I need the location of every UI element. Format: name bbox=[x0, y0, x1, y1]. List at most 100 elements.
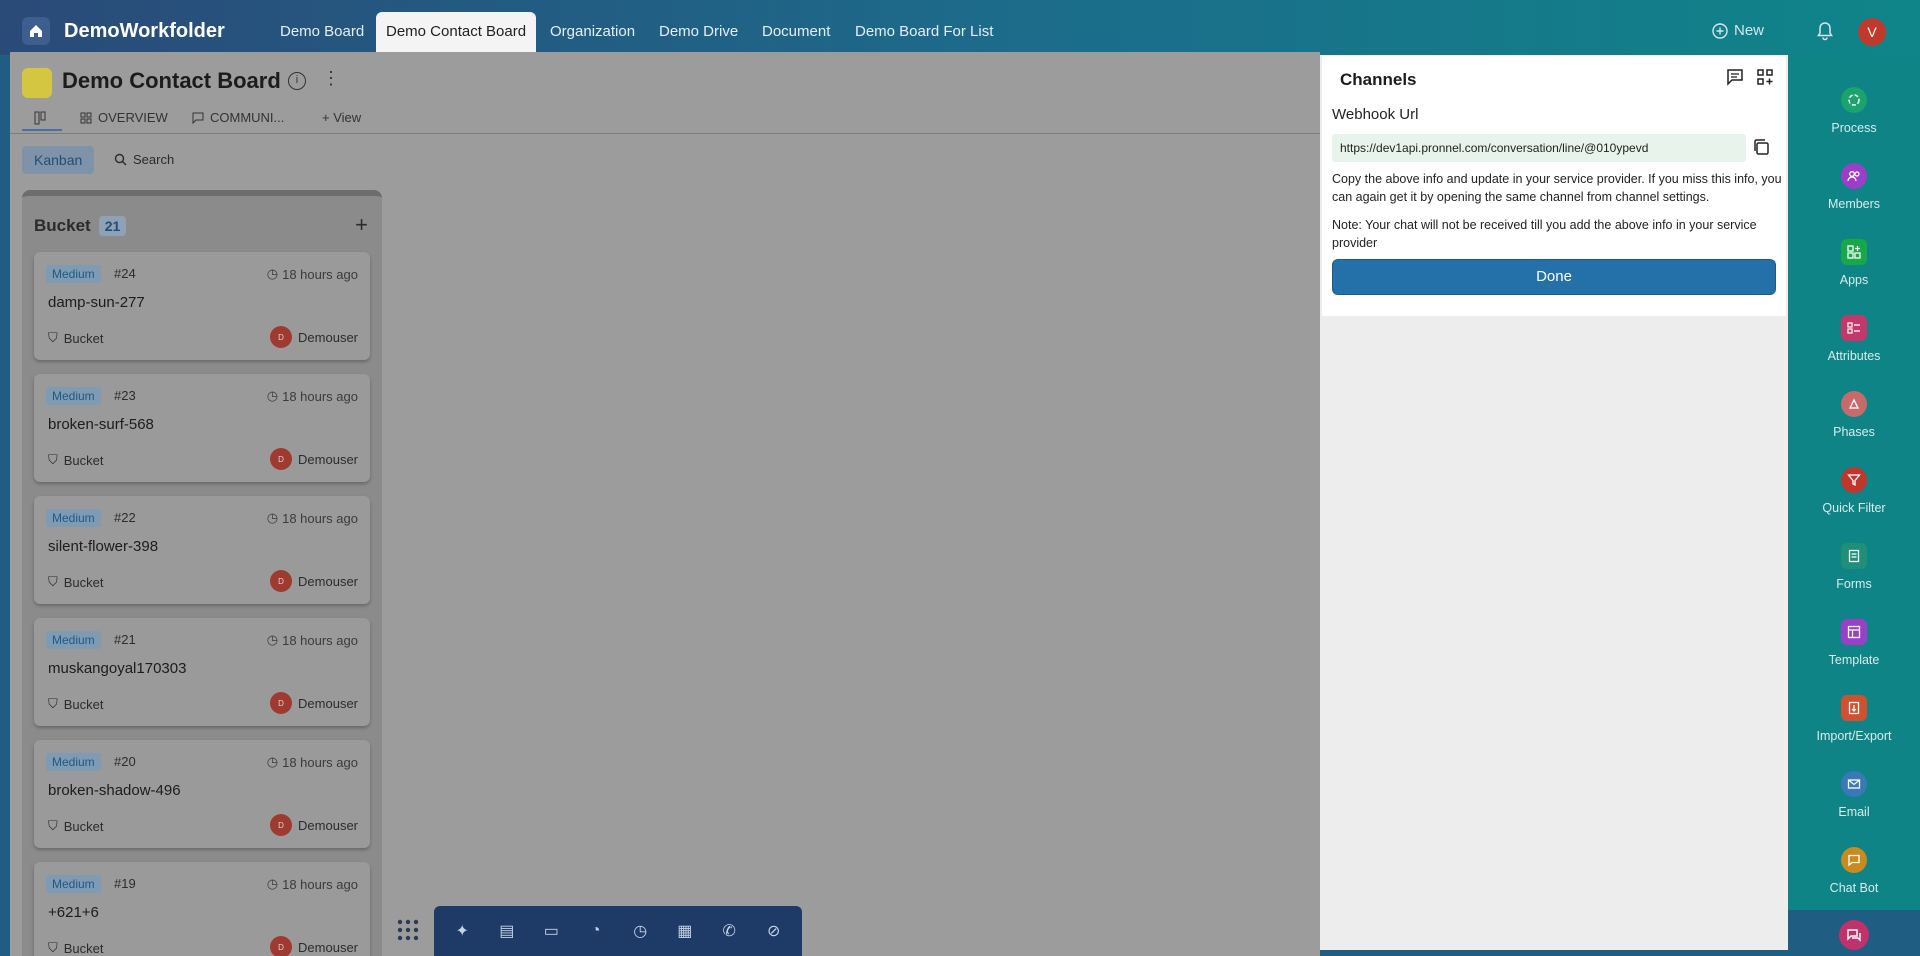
tab-board-view[interactable] bbox=[22, 107, 62, 131]
calendar-icon[interactable]: ▦ bbox=[671, 917, 699, 945]
card-user: D Demouser bbox=[270, 570, 358, 592]
kanban-card[interactable]: Medium #20 ◷ 18 hours ago broken-shadow-4… bbox=[34, 740, 370, 848]
sidebar-item-members[interactable]: Members bbox=[1788, 163, 1920, 211]
add-view-label: + View bbox=[322, 110, 362, 125]
members-icon bbox=[1841, 163, 1867, 189]
phone-icon[interactable]: ✆ bbox=[715, 917, 743, 945]
card-name: damp-sun-277 bbox=[48, 294, 145, 311]
kanban-card[interactable]: Medium #23 ◷ 18 hours ago broken-surf-568… bbox=[34, 374, 370, 482]
search-icon bbox=[114, 153, 127, 166]
new-button[interactable]: New bbox=[1712, 22, 1764, 39]
webhook-url-field[interactable]: https://dev1api.pronnel.com/conversation… bbox=[1332, 134, 1746, 162]
card-time-text: 18 hours ago bbox=[282, 388, 358, 404]
warning-note: Note: Your chat will not be received til… bbox=[1332, 218, 1757, 250]
chat-launcher-icon[interactable] bbox=[1839, 920, 1869, 950]
priority-badge: Medium bbox=[46, 753, 101, 771]
timer-icon[interactable]: ◷ bbox=[626, 917, 654, 945]
card-bucket: ⛉ Bucket bbox=[48, 940, 104, 956]
info-icon[interactable]: i bbox=[288, 72, 306, 90]
nav-tab-document[interactable]: Document bbox=[752, 12, 840, 52]
nav-tab-organization[interactable]: Organization bbox=[540, 12, 645, 52]
message-icon[interactable] bbox=[1726, 68, 1744, 91]
kanban-card[interactable]: Medium #22 ◷ 18 hours ago silent-flower-3… bbox=[34, 496, 370, 604]
clock-icon: ◷ bbox=[266, 510, 279, 525]
sidebar-item-apps[interactable]: Apps bbox=[1788, 239, 1920, 287]
sidebar-item-label: Email bbox=[1838, 805, 1870, 819]
card-time-text: 18 hours ago bbox=[282, 510, 358, 526]
kanban-view-chip[interactable]: Kanban bbox=[22, 146, 95, 174]
kanban-card[interactable]: Medium #24 ◷ 18 hours ago damp-sun-277 ⛉ B… bbox=[34, 252, 370, 360]
copy-icon[interactable] bbox=[1752, 138, 1770, 161]
speedometer-icon[interactable]: ◔ bbox=[582, 917, 610, 945]
clock-icon: ◷ bbox=[266, 632, 279, 647]
sidebar-item-attributes[interactable]: Attributes bbox=[1788, 315, 1920, 363]
nav-tab-demo-contact-board[interactable]: Demo Contact Board bbox=[376, 12, 537, 52]
tab-communication[interactable]: COMMUNI... bbox=[192, 110, 284, 125]
board-search[interactable]: Search bbox=[114, 152, 174, 167]
clock-icon: ◷ bbox=[266, 266, 279, 281]
kanban-column-bucket: Bucket 21 + Medium #24 ◷ 18 hours ago dam… bbox=[22, 190, 382, 956]
pin-off-icon[interactable]: ⊘ bbox=[760, 917, 788, 945]
sidebar-item-label: Quick Filter bbox=[1822, 501, 1886, 515]
sidebar-item-import-export[interactable]: Import/Export bbox=[1788, 695, 1920, 743]
card-user: D Demouser bbox=[270, 692, 358, 714]
sidebar-item-quick-filter[interactable]: Quick Filter bbox=[1788, 467, 1920, 515]
chat-bot-icon bbox=[1841, 847, 1867, 873]
notes-icon[interactable]: ▤ bbox=[493, 917, 521, 945]
add-widget-icon[interactable] bbox=[1756, 68, 1774, 91]
nav-tab-demo-drive[interactable]: Demo Drive bbox=[649, 12, 748, 52]
bucket-icon: ⛉ bbox=[48, 574, 58, 589]
bucket-icon: ⛉ bbox=[48, 940, 58, 955]
import-export-icon bbox=[1841, 695, 1867, 721]
board-subtabs: OVERVIEW COMMUNI... + View bbox=[10, 104, 1320, 134]
home-icon[interactable] bbox=[22, 17, 50, 45]
sidebar-item-label: Members bbox=[1827, 197, 1881, 211]
bell-icon[interactable] bbox=[1815, 21, 1835, 46]
done-button[interactable]: Done bbox=[1332, 259, 1776, 295]
card-time: ◷ 18 hours ago bbox=[267, 388, 358, 404]
card-name: broken-shadow-496 bbox=[48, 782, 181, 799]
clock-icon: ◷ bbox=[266, 876, 279, 891]
card-icon[interactable]: ▭ bbox=[537, 917, 565, 945]
clock-icon: ◷ bbox=[266, 388, 279, 403]
top-nav-bar: DemoWorkfolder Demo Board Demo Contact B… bbox=[0, 0, 1920, 55]
sidebar-item-label: Forms bbox=[1836, 577, 1872, 591]
kanban-card[interactable]: Medium #19 ◷ 18 hours ago +621+6 ⛉ Bucket … bbox=[34, 862, 370, 956]
sidebar-item-email[interactable]: Email bbox=[1788, 771, 1920, 819]
card-user: D Demouser bbox=[270, 448, 358, 470]
workspace-name[interactable]: DemoWorkfolder bbox=[64, 20, 225, 43]
add-item-button[interactable]: + bbox=[355, 212, 368, 238]
add-view-button[interactable]: + View bbox=[322, 110, 361, 125]
card-time-text: 18 hours ago bbox=[282, 876, 358, 892]
bucket-icon: ⛉ bbox=[48, 696, 58, 711]
sidebar-item-label: Process bbox=[1831, 121, 1877, 135]
priority-badge: Medium bbox=[46, 509, 101, 527]
card-time: ◷ 18 hours ago bbox=[267, 754, 358, 770]
forms-icon bbox=[1841, 543, 1867, 569]
card-user-name: Demouser bbox=[298, 939, 358, 955]
sidebar-item-chat-bot[interactable]: Chat Bot bbox=[1788, 847, 1920, 895]
nav-tab-demo-board-for-list[interactable]: Demo Board For List bbox=[845, 12, 1003, 52]
user-avatar[interactable]: V bbox=[1858, 18, 1886, 46]
card-user: D Demouser bbox=[270, 936, 358, 956]
card-user-name: Demouser bbox=[298, 695, 358, 711]
more-options-icon[interactable]: ⋮ bbox=[322, 68, 340, 89]
copy-instruction: Copy the above info and update in your s… bbox=[1332, 172, 1782, 204]
apps-grid-icon[interactable] bbox=[396, 918, 420, 947]
tab-overview[interactable]: OVERVIEW bbox=[80, 110, 168, 125]
sparkle-icon[interactable]: ✦ bbox=[448, 917, 476, 945]
card-number: #21 bbox=[114, 632, 136, 647]
priority-badge: Medium bbox=[46, 387, 101, 405]
sidebar-item-template[interactable]: Template bbox=[1788, 619, 1920, 667]
card-number: #19 bbox=[114, 876, 136, 891]
sidebar-item-forms[interactable]: Forms bbox=[1788, 543, 1920, 591]
card-user-name: Demouser bbox=[298, 329, 358, 345]
sidebar-item-phases[interactable]: Phases bbox=[1788, 391, 1920, 439]
kanban-card[interactable]: Medium #21 ◷ 18 hours ago muskangoyal1703… bbox=[34, 618, 370, 726]
plus-circle-icon bbox=[1712, 22, 1728, 39]
panel-actions bbox=[1726, 68, 1774, 91]
card-bucket: ⛉ Bucket bbox=[48, 696, 104, 712]
sidebar-item-process[interactable]: Process bbox=[1788, 87, 1920, 135]
card-bucket: ⛉ Bucket bbox=[48, 574, 104, 590]
nav-tab-demo-board[interactable]: Demo Board bbox=[270, 12, 374, 52]
